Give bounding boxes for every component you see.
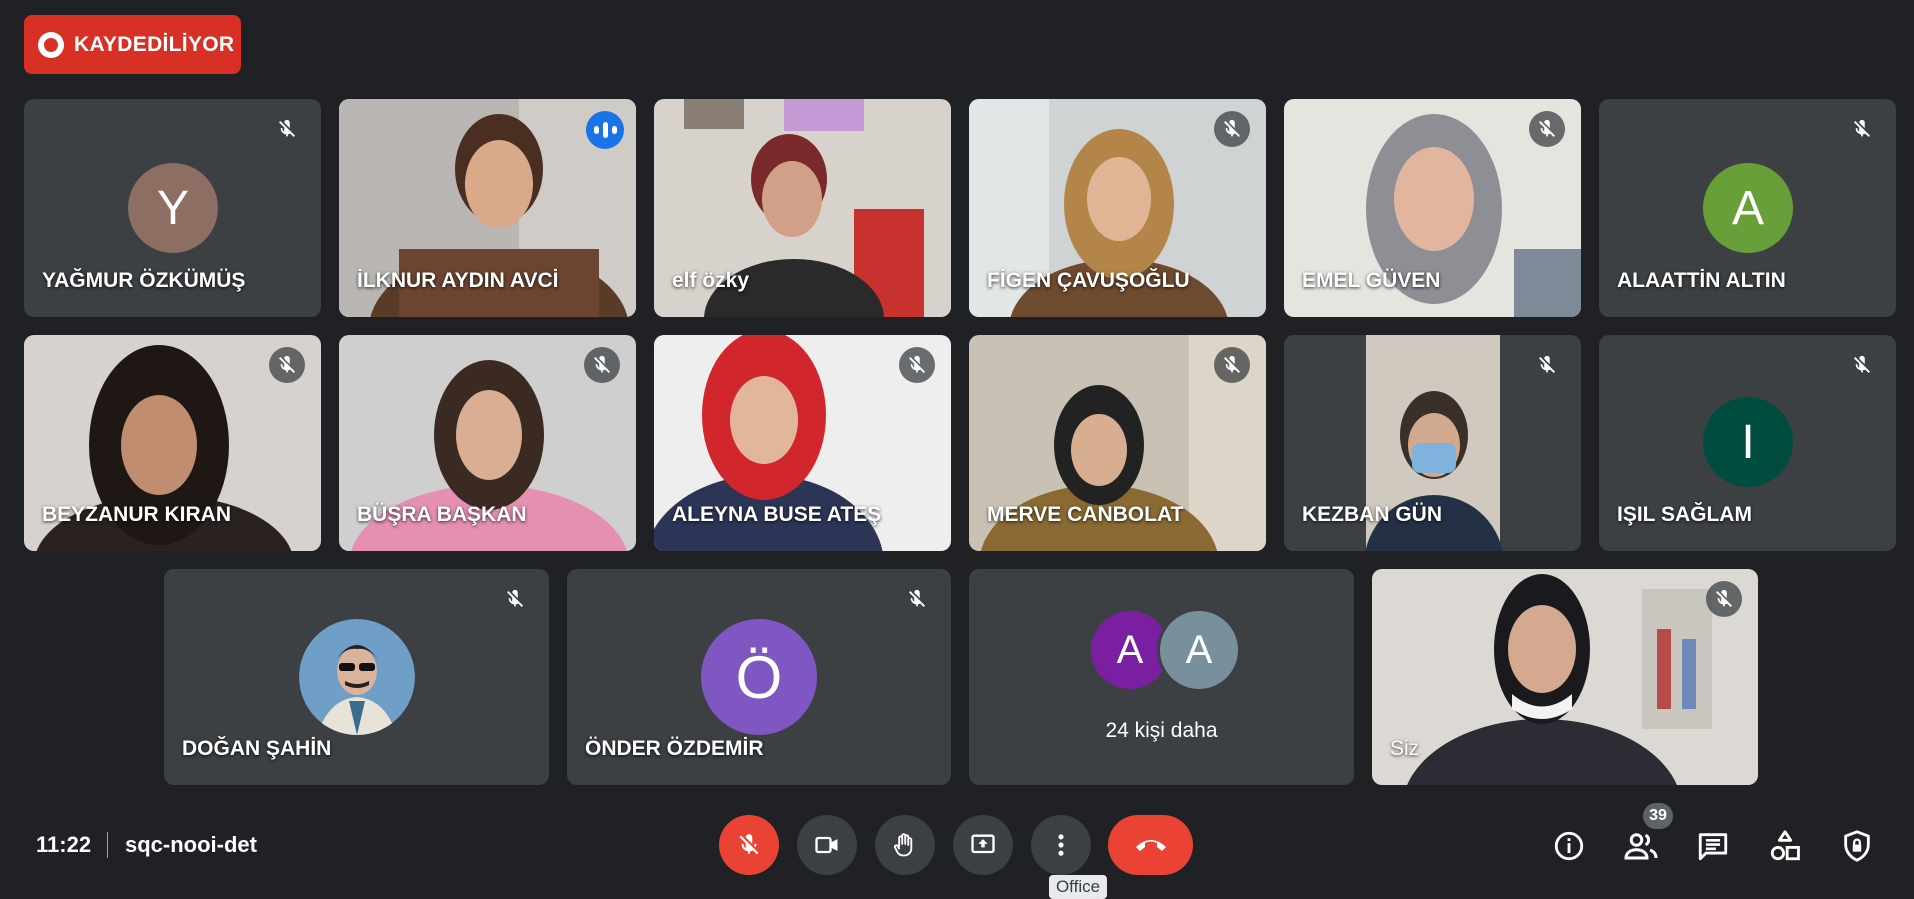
present-screen-button[interactable] — [953, 815, 1013, 875]
participant-name: ÖNDER ÖZDEMİR — [585, 737, 764, 760]
leave-call-button[interactable] — [1108, 815, 1193, 875]
self-tile[interactable]: Siz — [1372, 569, 1758, 785]
more-participants-tile[interactable]: A A 24 kişi daha — [969, 569, 1354, 785]
meeting-code: sqc-nooi-det — [125, 832, 257, 857]
participant-tile-merve[interactable]: MERVE CANBOLAT — [969, 335, 1266, 551]
present-screen-icon — [971, 834, 995, 854]
participant-count-badge: 39 — [1643, 803, 1673, 829]
host-controls-icon — [1844, 830, 1870, 862]
record-icon — [38, 31, 64, 58]
participant-tile-ilknur[interactable]: İLKNUR AYDIN AVCİ — [339, 99, 636, 317]
participant-tile-aleyna[interactable]: ALEYNA BUSE ATEŞ — [654, 335, 951, 551]
mic-off-icon — [1844, 111, 1880, 147]
recording-badge[interactable]: KAYDEDİLİYOR — [24, 15, 241, 74]
avatar: Y — [128, 163, 218, 253]
participant-tile-isil[interactable]: I IŞIL SAĞLAM — [1599, 335, 1896, 551]
chat-button[interactable] — [1693, 826, 1733, 866]
participant-name: YAĞMUR ÖZKÜMÜŞ — [42, 269, 246, 292]
mic-off-icon — [497, 581, 533, 617]
participant-name: BEYZANUR KIRAN — [42, 503, 231, 526]
participants-button[interactable] — [1621, 826, 1661, 866]
participant-name: MERVE CANBOLAT — [987, 503, 1184, 526]
raise-hand-icon — [893, 833, 913, 857]
mic-off-icon — [269, 347, 305, 383]
participant-tile-dogan[interactable]: DOĞAN ŞAHİN — [164, 569, 549, 785]
participant-name: Siz — [1390, 737, 1420, 760]
mic-off-icon — [1214, 347, 1250, 383]
mic-off-icon — [269, 111, 305, 147]
mic-off-icon — [1706, 581, 1742, 617]
participant-tile-emel[interactable]: EMEL GÜVEN — [1284, 99, 1581, 317]
toggle-microphone-button[interactable] — [719, 815, 779, 875]
people-icon — [1624, 833, 1658, 860]
more-options-button[interactable] — [1031, 815, 1091, 875]
participant-tile-busra[interactable]: BÜŞRA BAŞKAN — [339, 335, 636, 551]
more-participants-label: 24 kişi daha — [1105, 719, 1218, 742]
mic-off-icon — [584, 347, 620, 383]
mic-off-icon — [739, 834, 759, 855]
participant-name: EMEL GÜVEN — [1302, 269, 1441, 292]
avatar: A — [1703, 163, 1793, 253]
participant-tile-onder[interactable]: Ö ÖNDER ÖZDEMİR — [567, 569, 951, 785]
mic-off-icon — [1844, 347, 1880, 383]
host-controls-button[interactable] — [1837, 826, 1877, 866]
chat-icon — [1698, 833, 1728, 861]
participant-name: elf özky — [672, 269, 750, 292]
speaking-indicator-icon — [586, 111, 624, 149]
participant-tile-figen[interactable]: FİGEN ÇAVUŞOĞLU — [969, 99, 1266, 317]
info-icon — [1554, 831, 1584, 861]
divider — [107, 832, 108, 858]
participant-name: BÜŞRA BAŞKAN — [357, 503, 527, 526]
participant-name: KEZBAN GÜN — [1302, 503, 1442, 526]
activities-button[interactable] — [1765, 826, 1805, 866]
participant-tile-elf[interactable]: elf özky — [654, 99, 951, 317]
mic-off-icon — [899, 347, 935, 383]
raise-hand-button[interactable] — [875, 815, 935, 875]
participant-tile-alaattin[interactable]: A ALAATTİN ALTIN — [1599, 99, 1896, 317]
avatar — [299, 619, 415, 735]
participant-tile-kezban[interactable]: KEZBAN GÜN — [1284, 335, 1581, 551]
camera-icon — [815, 836, 838, 854]
participant-tile-beyzanur[interactable]: BEYZANUR KIRAN — [24, 335, 321, 551]
recording-label: KAYDEDİLİYOR — [74, 32, 235, 56]
participant-name: DOĞAN ŞAHİN — [182, 737, 332, 760]
mic-off-icon — [1214, 111, 1250, 147]
participant-tile-yagmur[interactable]: Y YAĞMUR ÖZKÜMÜŞ — [24, 99, 321, 317]
participant-name: İLKNUR AYDIN AVCİ — [357, 269, 559, 292]
more-options-icon — [1058, 834, 1064, 856]
participant-name: ALEYNA BUSE ATEŞ — [672, 503, 882, 526]
avatar: I — [1703, 397, 1793, 487]
participant-name: FİGEN ÇAVUŞOĞLU — [987, 269, 1190, 292]
tooltip: Office — [1049, 875, 1107, 899]
avatar: A — [1091, 611, 1169, 689]
hang-up-icon — [1135, 840, 1166, 851]
participant-name: ALAATTİN ALTIN — [1617, 269, 1786, 292]
toggle-camera-button[interactable] — [797, 815, 857, 875]
video-feed — [1372, 569, 1758, 785]
mic-off-icon — [899, 581, 935, 617]
mic-off-icon — [1529, 347, 1565, 383]
meeting-time: 11:22 — [36, 832, 92, 857]
meeting-details-button[interactable] — [1549, 826, 1589, 866]
avatar: Ö — [701, 619, 817, 735]
avatar: A — [1160, 611, 1238, 689]
mic-off-icon — [1529, 111, 1565, 147]
activities-icon — [1770, 830, 1800, 861]
participant-name: IŞIL SAĞLAM — [1617, 503, 1752, 526]
